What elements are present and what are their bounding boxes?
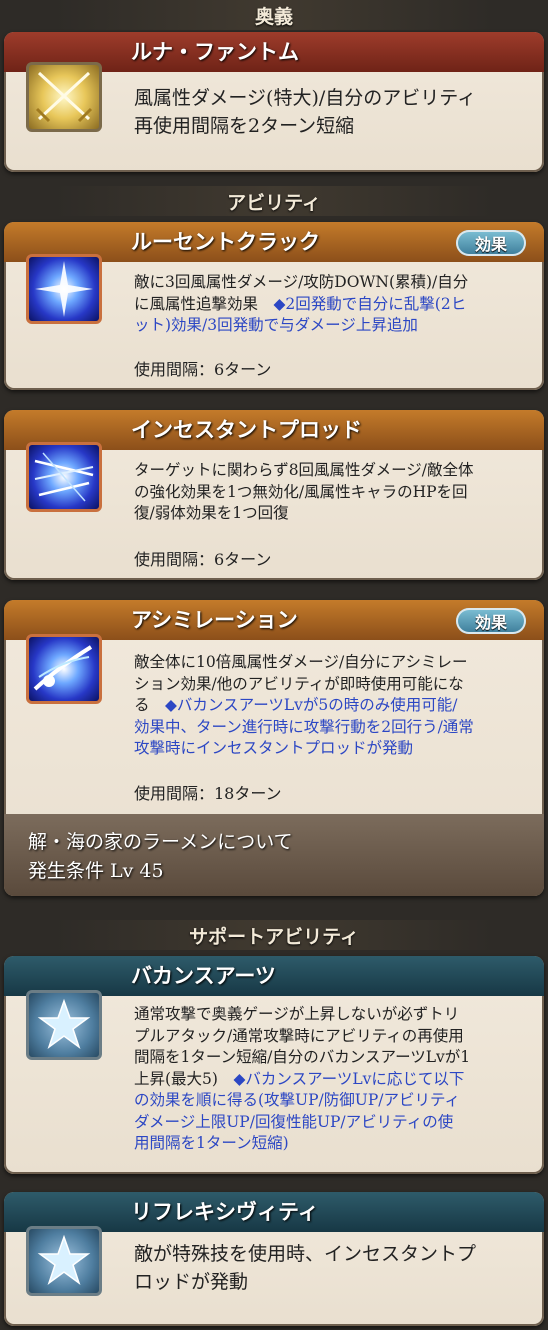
unlock-condition: 解・海の家のラーメンについて 発生条件 Lv 45 [4, 814, 544, 896]
ability-description: 敵に3回風属性ダメージ/攻防DOWN(累積)/自分 に風属性追撃効果 ◆2回発動… [134, 273, 469, 334]
star-icon [26, 990, 102, 1060]
crossed-swords-icon [26, 62, 102, 132]
star-icon [26, 1226, 102, 1296]
multi-slash-icon [26, 442, 102, 512]
ability-cooldown: 使用間隔：18ターン [134, 784, 282, 803]
ability-cooldown: 使用間隔：6ターン [134, 550, 272, 569]
effect-badge-button[interactable]: 効果 [456, 608, 526, 634]
support-description: 通常攻撃で奥義ゲージが上昇しないが必ずトリ プルアタック/通常攻撃時にアビリティ… [134, 1005, 471, 1152]
support-card-1[interactable]: バカンスアーツ 通常攻撃で奥義ゲージが上昇しないが必ずトリ プルアタック/通常攻… [4, 956, 544, 1174]
light-burst-icon [26, 254, 102, 324]
ability-card-1[interactable]: ルーセントクラック 効果 敵に3回風属性ダメージ/攻防DOWN(累積)/自分 に… [4, 222, 544, 390]
section-header-ability: アビリティ [0, 186, 548, 216]
ougi-description: 風属性ダメージ(特大)/自分のアビリティ 再使用間隔を2ターン短縮 [134, 87, 477, 137]
comet-strike-icon [26, 634, 102, 704]
section-header-support: サポートアビリティ [0, 920, 548, 950]
ability-description: ターゲットに関わらず8回風属性ダメージ/敵全体 の強化効果を1つ無効化/風属性キ… [134, 461, 474, 522]
ability-card-2[interactable]: インセスタントプロッド ターゲットに関わらず8回風属性ダメージ/敵全体 の強化効… [4, 410, 544, 580]
section-header-ougi: 奥義 [0, 0, 548, 30]
effect-badge-button[interactable]: 効果 [456, 230, 526, 256]
support-description: 敵が特殊技を使用時、インセスタントプ ロッドが発動 [134, 1243, 477, 1293]
support-card-2[interactable]: リフレキシヴィティ 敵が特殊技を使用時、インセスタントプ ロッドが発動 [4, 1192, 544, 1326]
ability-cooldown: 使用間隔：6ターン [134, 360, 272, 379]
ougi-card[interactable]: ルナ・ファントム 風属性ダメージ(特大)/自分のアビリティ 再使用間隔を2ターン… [4, 32, 544, 172]
ability-description: 敵全体に10倍風属性ダメージ/自分にアシミレー ション効果/他のアビリティが即時… [134, 653, 474, 757]
